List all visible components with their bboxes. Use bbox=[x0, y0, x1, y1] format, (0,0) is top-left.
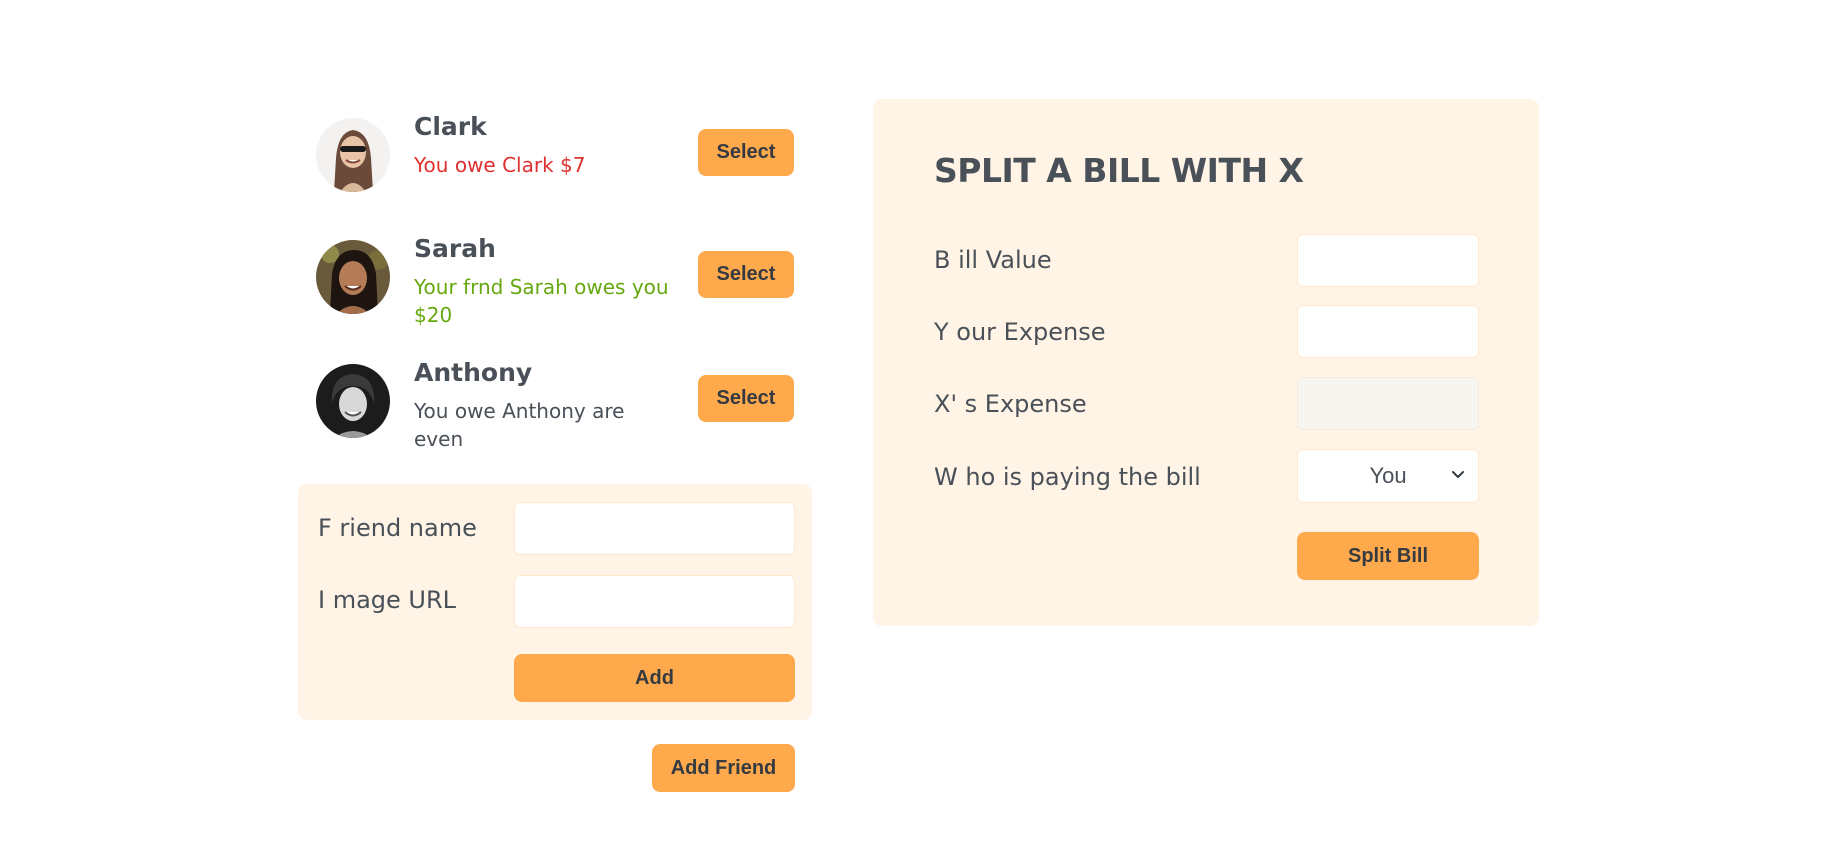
your-expense-input[interactable] bbox=[1297, 305, 1479, 358]
friend-item-anthony: Anthony You owe Anthony are even Select bbox=[298, 358, 810, 451]
eat-n-split-app: Clark You owe Clark $7 Select Sarah Your… bbox=[0, 0, 1831, 847]
select-friend-button[interactable]: Select bbox=[698, 251, 794, 298]
bill-value-label: B ill Value bbox=[934, 246, 1052, 274]
chevron-down-icon bbox=[1452, 471, 1464, 478]
friend-avatar-anthony bbox=[316, 364, 390, 438]
friend-item-sarah: Sarah Your frnd Sarah owes you $20 Selec… bbox=[298, 234, 810, 327]
add-friend-form: F riend name I mage URL Add bbox=[298, 484, 812, 720]
friend-name-input[interactable] bbox=[514, 502, 795, 555]
image-url-input[interactable] bbox=[514, 575, 795, 628]
split-bill-form: SPLIT A BILL WITH X B ill Value Y our Ex… bbox=[873, 99, 1539, 626]
friend-avatar-sarah bbox=[316, 240, 390, 314]
payer-label: W ho is paying the bill bbox=[934, 463, 1201, 491]
split-bill-button[interactable]: Split Bill bbox=[1297, 532, 1479, 580]
friend-item-clark: Clark You owe Clark $7 Select bbox=[298, 112, 810, 202]
add-friend-button[interactable]: Add Friend bbox=[652, 744, 795, 792]
your-expense-label: Y our Expense bbox=[934, 318, 1106, 346]
friend-balance-status: You owe Clark $7 bbox=[414, 153, 586, 177]
friend-name: Clark bbox=[414, 112, 487, 141]
friend-name-label: F riend name bbox=[318, 514, 477, 542]
friend-name: Sarah bbox=[414, 234, 496, 263]
select-friend-button[interactable]: Select bbox=[698, 129, 794, 176]
friend-expense-label: X' s Expense bbox=[934, 390, 1087, 418]
select-friend-button[interactable]: Select bbox=[698, 375, 794, 422]
friend-balance-status: Your frnd Sarah owes you $20 bbox=[414, 275, 669, 327]
friend-name: Anthony bbox=[414, 358, 533, 387]
bill-value-input[interactable] bbox=[1297, 234, 1479, 287]
image-url-label: I mage URL bbox=[318, 586, 457, 614]
friend-expense-input bbox=[1297, 377, 1479, 430]
payer-select[interactable]: You bbox=[1297, 449, 1479, 503]
friend-balance-status: You owe Anthony are even bbox=[414, 399, 625, 451]
split-bill-title: SPLIT A BILL WITH X bbox=[934, 151, 1304, 190]
add-button[interactable]: Add bbox=[514, 654, 795, 702]
friend-avatar-clark bbox=[316, 118, 390, 192]
